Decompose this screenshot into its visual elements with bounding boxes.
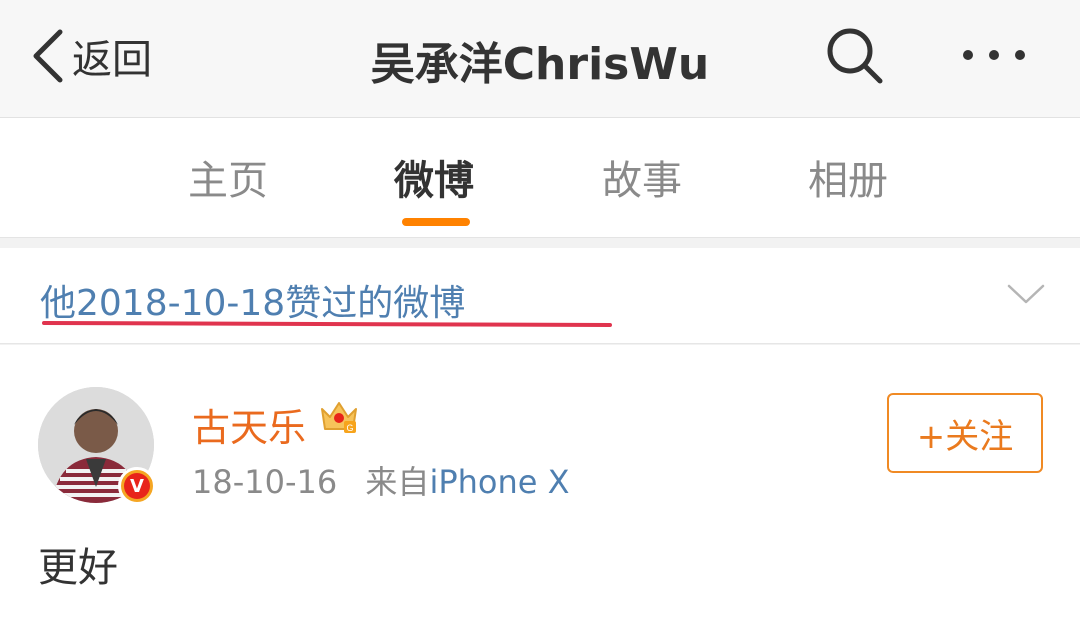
tab-stories[interactable]: 故事 <box>602 148 682 206</box>
chevron-down-icon[interactable] <box>1006 282 1046 306</box>
tab-weibo[interactable]: 微博 <box>394 148 474 206</box>
verified-badge: V <box>118 467 156 505</box>
page-title: 吴承洋ChrisWu <box>370 39 710 90</box>
post-meta: 18-10-16 来自iPhone X <box>192 457 570 503</box>
author-name[interactable]: 古天乐 <box>192 397 306 452</box>
active-tab-indicator <box>402 218 470 226</box>
post-text: 更好 <box>38 545 118 591</box>
post-source-prefix: 来自 <box>365 463 430 501</box>
highlight-underline <box>41 321 613 327</box>
navigation-bar: 返回 吴承洋ChrisWu <box>0 0 1080 118</box>
post-device-link[interactable]: iPhone X <box>429 463 569 501</box>
verified-badge-letter: V <box>124 473 150 499</box>
tab-albums[interactable]: 相册 <box>808 148 888 206</box>
post-card: V 古天乐 G 18-10-16 来自iPhone X +关注 更好 <box>0 345 1080 625</box>
svg-text:G: G <box>346 423 353 433</box>
crown-icon: G <box>321 402 357 433</box>
post-date: 18-10-16 <box>192 463 338 501</box>
liked-posts-filter[interactable]: 他2018-10-18赞过的微博 <box>0 248 1080 344</box>
filter-label: 他2018-10-18赞过的微博 <box>40 283 466 324</box>
tab-home[interactable]: 主页 <box>188 148 268 206</box>
follow-button[interactable]: +关注 <box>887 393 1043 473</box>
search-icon[interactable] <box>824 25 886 87</box>
more-icon[interactable] <box>960 40 1028 70</box>
profile-tabs: 主页 微博 故事 相册 <box>0 118 1080 238</box>
